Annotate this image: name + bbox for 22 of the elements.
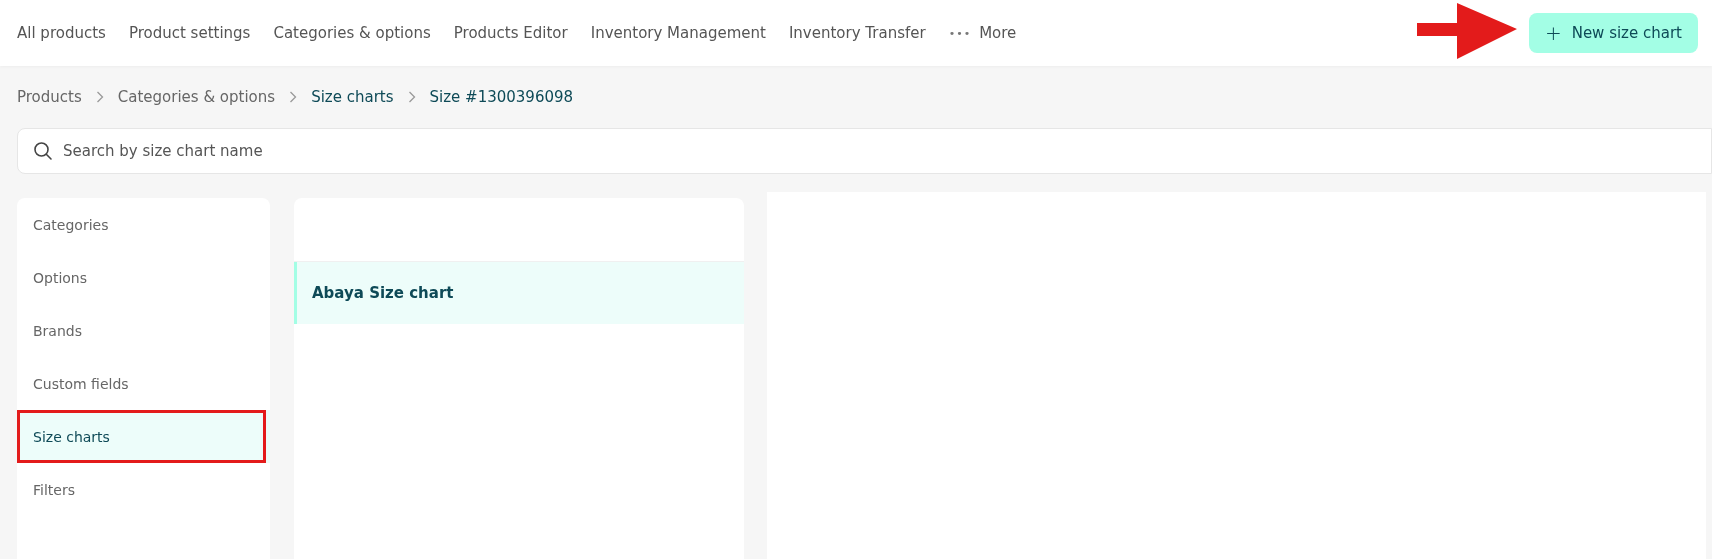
chevron-icon: [95, 91, 104, 103]
chevron-icon: [289, 91, 298, 103]
breadcrumb-link[interactable]: Size #1300396098: [429, 88, 574, 106]
sidebar-item[interactable]: Categories: [17, 198, 270, 251]
breadcrumb-link[interactable]: Categories & options: [117, 88, 276, 106]
sidebar-item[interactable]: Filters: [17, 463, 270, 516]
sidebar-item[interactable]: Custom fields: [17, 357, 270, 410]
breadcrumb-link[interactable]: Products: [17, 88, 82, 106]
nav-link[interactable]: All products: [17, 24, 106, 42]
more-menu[interactable]: ••• More: [948, 24, 1017, 42]
new-size-chart-button[interactable]: + New size chart: [1528, 13, 1698, 53]
nav-link[interactable]: Inventory Management: [590, 24, 766, 42]
search-field[interactable]: Search by size chart name: [17, 128, 1712, 174]
chevron-icon: [407, 91, 416, 103]
sidebar-item[interactable]: Options: [17, 251, 270, 304]
nav-link[interactable]: Inventory Transfer: [788, 24, 926, 42]
breadcrumb-link[interactable]: Size charts: [311, 88, 394, 106]
size-chart-item[interactable]: Abaya Size chart: [294, 262, 744, 324]
nav-link[interactable]: Product settings: [128, 24, 251, 42]
nav-link[interactable]: Categories & options: [273, 24, 431, 42]
sidebar-item[interactable]: Brands: [17, 304, 270, 357]
nav-link[interactable]: Products Editor: [453, 24, 568, 42]
